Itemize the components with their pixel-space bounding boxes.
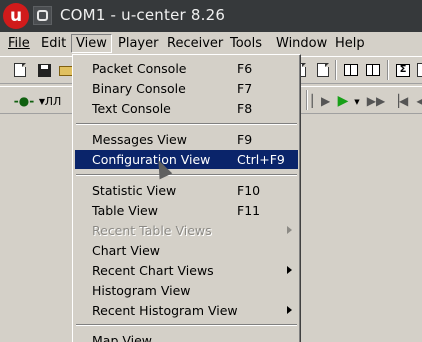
menu-window-label: Window <box>276 36 328 51</box>
menu-item-shortcut: F7 <box>237 81 253 96</box>
step-back-button[interactable]: ◀ <box>412 92 422 110</box>
menu-item-label: Recent Chart Views <box>92 263 214 278</box>
connection-icon: -●- <box>13 94 35 108</box>
menu-item-label: Map View <box>92 333 153 342</box>
new-document-button[interactable] <box>11 61 29 79</box>
app-icon-letter: u <box>9 6 23 26</box>
menu-edit-label: Edit <box>41 36 67 51</box>
table-icon <box>344 64 358 76</box>
menu-item-label: Binary Console <box>92 81 186 96</box>
menu-item-label: Messages View <box>92 132 187 147</box>
submenu-arrow-icon <box>287 226 292 234</box>
menu-item-shortcut: F10 <box>237 183 261 198</box>
rewind-button[interactable]: ▕◀ <box>390 92 408 110</box>
menu-edit[interactable]: Edit <box>37 34 70 53</box>
u-center-app-icon[interactable]: u <box>3 3 29 29</box>
menu-item-label: Table View <box>92 203 158 218</box>
toolbar-separator <box>306 90 308 110</box>
submenu-arrow-icon <box>287 306 292 314</box>
menu-item-label: Recent Table Views <box>92 223 212 238</box>
menu-item-shortcut: Ctrl+F9 <box>237 152 285 167</box>
menu-item-label: Recent Histogram View <box>92 303 238 318</box>
toolbar-separator <box>387 60 389 80</box>
menu-item-recent-table-views[interactable]: Recent Table Views <box>75 221 298 240</box>
menu-help[interactable]: Help <box>331 34 369 53</box>
folder-icon <box>59 66 73 76</box>
menu-item-shortcut: F11 <box>237 203 261 218</box>
step-back-icon: ◀ <box>416 94 422 108</box>
menu-item-packet-console[interactable]: Packet Console F6 <box>75 59 298 78</box>
menu-item-messages-view[interactable]: Messages View F9 <box>75 130 298 149</box>
menu-bar: File Edit View Player Receiver Tools Win… <box>0 32 422 54</box>
pause-button[interactable]: ▏▶ <box>312 92 330 110</box>
page-setup-icon <box>317 63 329 77</box>
menu-window[interactable]: Window <box>272 34 331 53</box>
chevron-down-icon: ▼ <box>354 97 360 106</box>
statistic-button[interactable]: Σ <box>394 61 412 79</box>
menu-item-label: Chart View <box>92 243 160 258</box>
menu-tools[interactable]: Tools <box>226 34 266 53</box>
more-icon <box>417 63 422 77</box>
window-title: COM1 - u-center 8.26 <box>60 6 226 24</box>
menu-item-recent-histogram-view[interactable]: Recent Histogram View <box>75 301 298 320</box>
more-button[interactable] <box>414 61 422 79</box>
menu-separator <box>76 324 297 326</box>
menu-file-label: File <box>8 36 30 51</box>
menu-item-chart-view[interactable]: Chart View <box>75 241 298 260</box>
menu-item-shortcut: F6 <box>237 61 253 76</box>
baudrate-button[interactable]: ЛЛ <box>44 92 62 110</box>
menu-item-configuration-view[interactable]: Configuration View Ctrl+F9 <box>75 150 298 169</box>
fast-forward-button[interactable]: ▶▶ <box>367 92 385 110</box>
menu-item-statistic-view[interactable]: Statistic View F10 <box>75 181 298 200</box>
split-view-button[interactable] <box>364 61 382 79</box>
menu-view[interactable]: View <box>71 34 112 53</box>
menu-item-recent-chart-views[interactable]: Recent Chart Views <box>75 261 298 280</box>
skip-back-icon: ▕◀ <box>389 94 409 108</box>
page-setup-button[interactable] <box>314 61 332 79</box>
menu-separator <box>76 123 297 125</box>
view-menu-dropdown: Packet Console F6 Binary Console F7 Text… <box>72 54 301 342</box>
title-bar: u COM1 - u-center 8.26 <box>0 0 422 32</box>
menu-separator <box>76 174 297 176</box>
play-icon: ▶ <box>337 93 349 109</box>
menu-item-text-console[interactable]: Text Console F8 <box>75 99 298 118</box>
new-document-icon <box>14 63 26 77</box>
menu-item-histogram-view[interactable]: Histogram View <box>75 281 298 300</box>
menu-item-label: Configuration View <box>92 152 211 167</box>
menu-item-shortcut: F8 <box>237 101 253 116</box>
fast-forward-icon: ▶▶ <box>366 94 386 108</box>
pause-icon: ▏▶ <box>311 94 331 108</box>
menu-receiver[interactable]: Receiver <box>163 34 227 53</box>
menu-item-label: Histogram View <box>92 283 191 298</box>
system-menu-icon <box>37 10 48 21</box>
menu-item-label: Text Console <box>92 101 171 116</box>
menu-file[interactable]: File <box>4 34 34 53</box>
save-icon <box>37 63 51 77</box>
menu-view-label: View <box>76 36 107 51</box>
menu-player-label: Player <box>118 36 159 51</box>
menu-item-table-view[interactable]: Table View F11 <box>75 201 298 220</box>
split-icon <box>366 64 380 76</box>
menu-item-label: Packet Console <box>92 61 187 76</box>
menu-receiver-label: Receiver <box>167 36 224 51</box>
menu-item-binary-console[interactable]: Binary Console F7 <box>75 79 298 98</box>
menu-player[interactable]: Player <box>114 34 162 53</box>
play-dropdown[interactable]: ▼ <box>348 93 366 111</box>
submenu-arrow-icon <box>287 266 292 274</box>
save-button[interactable] <box>35 61 53 79</box>
menu-item-map-view[interactable]: Map View <box>75 331 298 342</box>
menu-item-shortcut: F9 <box>237 132 253 147</box>
table-view-button[interactable] <box>342 61 360 79</box>
toolbar-separator <box>335 60 337 80</box>
signal-wave-icon: ЛЛ <box>44 94 62 108</box>
sum-icon: Σ <box>396 63 410 77</box>
menu-item-label: Statistic View <box>92 183 177 198</box>
system-menu-button[interactable] <box>33 6 52 25</box>
menu-help-label: Help <box>335 36 365 51</box>
menu-tools-label: Tools <box>230 36 263 51</box>
